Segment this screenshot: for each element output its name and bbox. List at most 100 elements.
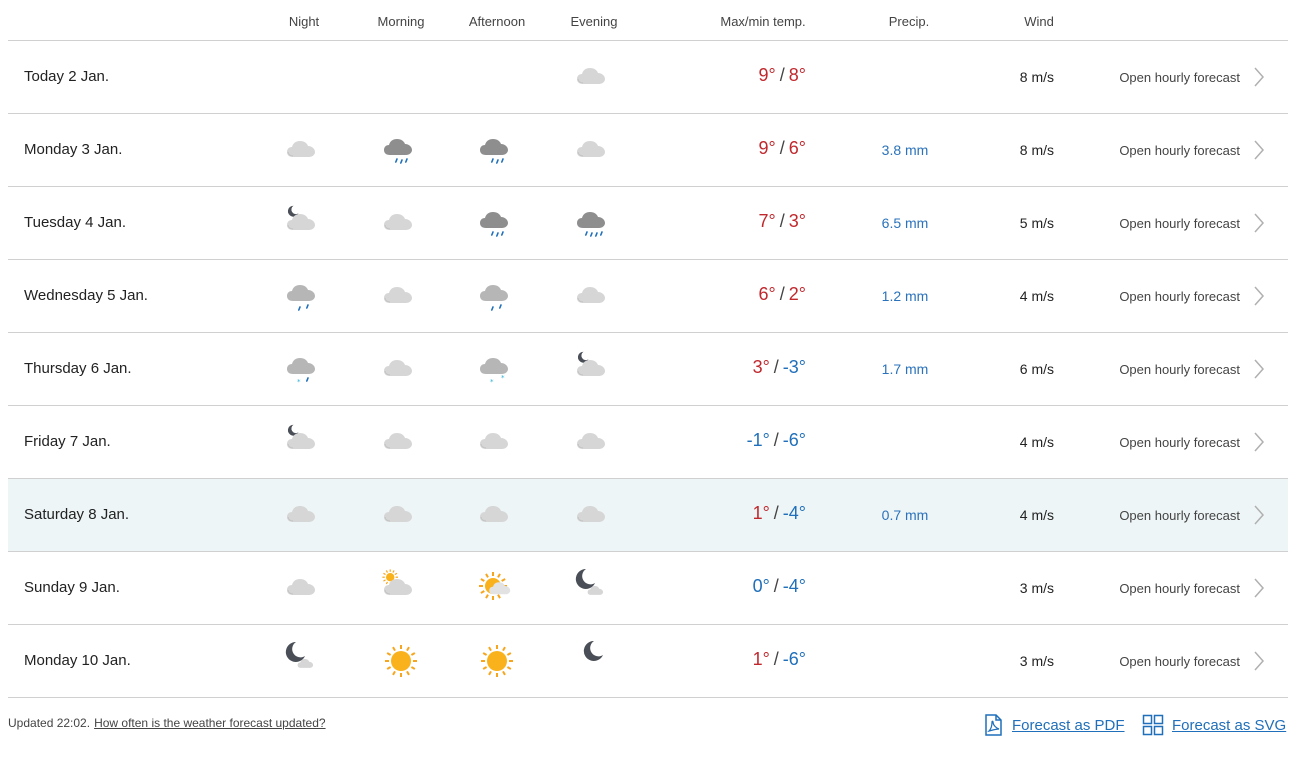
pdf-icon [985,714,1002,736]
forecast-row[interactable]: Saturday 8 Jan. 1° / -4° 0.7 mm 4 m/s Open hou… [8,479,1288,552]
max-temp: 0° [752,576,770,596]
wind-speed: 3 m/s [1019,653,1054,669]
forecast-row[interactable]: Thursday 6 Jan. * * * 3° / -3° 1.7 mm 6 m/s Open … [8,333,1288,406]
min-temp: 3° [788,211,806,231]
temperature: 7°/3° [759,211,806,232]
open-hourly-forecast-link[interactable]: Open hourly forecast [1119,216,1240,231]
wind-speed: 4 m/s [1019,288,1054,304]
open-hourly-forecast-link[interactable]: Open hourly forecast [1119,362,1240,377]
temperature: 9°/6° [759,138,806,159]
cloud-icon [381,422,421,462]
sun-cloud-icon [477,568,517,608]
cloud-icon [381,349,421,389]
chevron-right-icon[interactable] [1252,211,1266,235]
cloud-icon [574,130,614,170]
forecast-row[interactable]: Sunday 9 Jan. 0° / -4° 3 m/s Open hourly fore… [8,552,1288,625]
open-hourly-forecast-link[interactable]: Open hourly forecast [1119,508,1240,523]
forecast-table: Night Morning Afternoon Evening Max/min … [8,0,1288,758]
light-rain-cloud-icon [284,276,324,316]
header-evening: Evening [570,14,618,29]
precipitation: 1.2 mm [881,288,929,304]
forecast-row[interactable]: Wednesday 5 Jan. 6°/2° 1.2 mm 4 m/s Open hou… [8,260,1288,333]
temperature: 1° / -6° [753,649,806,670]
day-label: Friday 7 Jan. [24,433,111,450]
max-temp: 9° [758,65,776,85]
open-hourly-forecast-link[interactable]: Open hourly forecast [1119,654,1240,669]
header-temp: Max/min temp. [720,14,806,29]
forecast-row[interactable]: Today 2 Jan. 9°/8° 8 m/s Open hourly foreca… [8,41,1288,114]
heavy-rain-cloud-icon [574,203,614,243]
temp-separator: / [779,138,785,158]
min-temp: -6° [782,430,806,450]
rain-cloud-icon [381,130,421,170]
day-label: Monday 10 Jan. [24,652,131,669]
rain-cloud-icon [477,203,517,243]
updated-time: Updated 22:02. [8,716,91,730]
sun-icon [477,641,517,681]
temperature: 9°/8° [759,65,806,86]
chevron-right-icon[interactable] [1252,357,1266,381]
open-hourly-forecast-link[interactable]: Open hourly forecast [1119,143,1240,158]
svg-download-link[interactable]: Forecast as SVG [1142,714,1286,736]
chevron-right-icon[interactable] [1252,284,1266,308]
min-temp: -6° [782,649,806,669]
temp-separator: / [773,430,779,450]
open-hourly-forecast-link[interactable]: Open hourly forecast [1119,435,1240,450]
day-label: Wednesday 5 Jan. [24,287,148,304]
temp-separator: / [773,503,779,523]
temp-separator: / [773,357,779,377]
precipitation: 1.7 mm [881,361,929,377]
precipitation: 0.7 mm [881,507,929,523]
updated-text: Updated 22:02. How often is the weather f… [8,716,326,730]
header-precip: Precip. [888,14,930,29]
chevron-right-icon[interactable] [1252,65,1266,89]
update-help-link[interactable]: How often is the weather forecast update… [94,716,325,730]
temp-separator: / [779,65,785,85]
header-wind: Wind [1024,14,1054,29]
svg-link-label: Forecast as SVG [1172,716,1287,734]
temp-separator: / [779,211,785,231]
min-temp: -4° [782,503,806,523]
chevron-right-icon[interactable] [1252,503,1266,527]
wind-speed: 6 m/s [1019,361,1054,377]
precipitation: 6.5 mm [881,215,929,231]
pdf-download-link[interactable]: Forecast as PDF [982,714,1125,736]
moon-cloud-icon [284,203,324,243]
moon-cloud-icon [574,349,614,389]
chevron-right-icon[interactable] [1252,649,1266,673]
forecast-row[interactable]: Friday 7 Jan. -1° / -6° 4 m/s Open hourly for… [8,406,1288,479]
cloud-icon [574,57,614,97]
open-hourly-forecast-link[interactable]: Open hourly forecast [1119,70,1240,85]
max-temp: 3° [752,357,770,377]
day-label: Monday 3 Jan. [24,141,123,158]
open-hourly-forecast-link[interactable]: Open hourly forecast [1119,289,1240,304]
max-temp: 1° [752,503,770,523]
sun-cloud-small-icon [381,568,421,608]
forecast-row[interactable]: Tuesday 4 Jan. 7°/3° 6.5 mm 5 m/s Open hourl… [8,187,1288,260]
cloud-icon [477,495,517,535]
rain-cloud-icon [477,130,517,170]
wind-speed: 4 m/s [1019,507,1054,523]
grid-icon [1142,714,1164,736]
day-label: Sunday 9 Jan. [24,579,120,596]
min-temp: 6° [788,138,806,158]
cloud-icon [574,422,614,462]
header-afternoon: Afternoon [468,14,526,29]
day-label: Thursday 6 Jan. [24,360,132,377]
day-label: Today 2 Jan. [24,68,110,85]
open-hourly-forecast-link[interactable]: Open hourly forecast [1119,581,1240,596]
temp-separator: / [773,649,779,669]
svg-text:*: * [501,374,505,382]
chevron-right-icon[interactable] [1252,138,1266,162]
cloud-icon [284,130,324,170]
forecast-row[interactable]: Monday 10 Jan. 1° / -6° 3 m/s Open hourly for… [8,625,1288,698]
wind-speed: 8 m/s [1019,69,1054,85]
min-temp: -4° [782,576,806,596]
wind-speed: 8 m/s [1019,142,1054,158]
chevron-right-icon[interactable] [1252,576,1266,600]
chevron-right-icon[interactable] [1252,430,1266,454]
day-label: Tuesday 4 Jan. [24,214,127,231]
forecast-row[interactable]: Monday 3 Jan. 9°/6° 3.8 mm 8 m/s Open hourly… [8,114,1288,187]
svg-text:*: * [490,378,494,386]
footer: Updated 22:02. How often is the weather f… [8,698,1288,758]
